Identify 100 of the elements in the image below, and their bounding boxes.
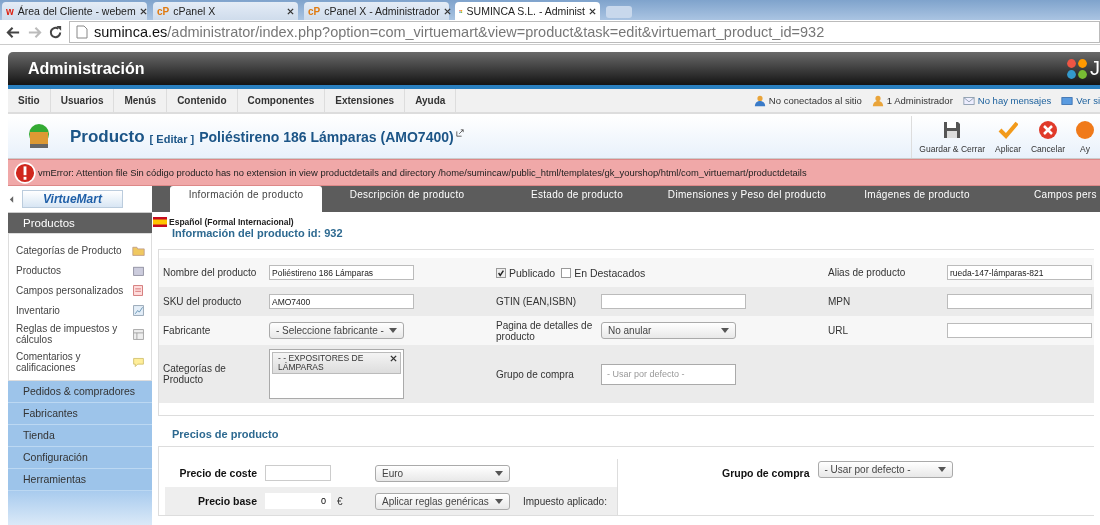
- field-label: Impuesto aplicado:: [522, 495, 608, 507]
- field-label: Pagina de detalles de producto: [496, 319, 594, 342]
- status-label[interactable]: Ver si: [1076, 95, 1100, 106]
- text-field[interactable]: AMO7400: [269, 294, 414, 309]
- page-action: [ Editar ]: [149, 133, 195, 145]
- close-icon[interactable]: [287, 7, 294, 15]
- warning-icon: [14, 161, 36, 184]
- sidebar-heading[interactable]: Productos: [8, 213, 152, 233]
- section-title: Precios de producto: [171, 428, 280, 442]
- dropdown[interactable]: No anular: [601, 322, 736, 339]
- text-field[interactable]: [947, 323, 1092, 338]
- text-field[interactable]: [947, 294, 1092, 309]
- sidebar-section[interactable]: Pedidos & compradores: [8, 381, 152, 403]
- toolbar-button[interactable]: Guardar & Cerrar: [912, 116, 990, 158]
- checkbox-label[interactable]: En Destacados: [574, 266, 646, 279]
- list-icon: [132, 283, 145, 297]
- envelope-icon: [962, 94, 975, 107]
- status-label[interactable]: 1 Administrador: [886, 95, 953, 106]
- field-label: Grupo de compra: [722, 466, 811, 479]
- multi-select-field[interactable]: - - EXPOSITORES DE LÁMPARAS: [269, 349, 404, 399]
- admin-title: Administración: [28, 59, 145, 78]
- caret-icon: [937, 467, 946, 472]
- toolbar-button[interactable]: Ay: [1070, 116, 1100, 158]
- tab[interactable]: Información de producto: [170, 186, 322, 212]
- text-field[interactable]: Poliéstireno 186 Lámparas: [269, 265, 414, 280]
- remove-icon[interactable]: [390, 355, 397, 362]
- tab[interactable]: Campos pers: [1002, 186, 1097, 212]
- field-label: GTIN (EAN,ISBN): [496, 296, 577, 307]
- text-field[interactable]: [601, 294, 746, 309]
- toolbar-button[interactable]: Aplicar: [990, 116, 1026, 158]
- status-label[interactable]: No hay mensajes: [977, 95, 1052, 106]
- collapse-icon[interactable]: [9, 194, 14, 204]
- checkbox-label[interactable]: Publicado: [509, 266, 556, 279]
- back-icon[interactable]: [6, 24, 21, 40]
- reload-icon[interactable]: [48, 24, 63, 40]
- dropdown[interactable]: - Usar por defecto -: [817, 461, 953, 478]
- text-field[interactable]: rueda-147-lámparas-821: [947, 265, 1092, 280]
- category-tag[interactable]: - - EXPOSITORES DE LÁMPARAS: [272, 352, 401, 374]
- sidebar-item[interactable]: Categorías de Producto: [16, 244, 124, 256]
- table-icon: [132, 327, 145, 341]
- external-link-icon[interactable]: [455, 129, 464, 137]
- logo-text: J: [1090, 57, 1100, 80]
- flower-logo-icon: [1066, 57, 1088, 80]
- menu-item[interactable]: Componentes: [237, 89, 326, 112]
- dropdown[interactable]: - Seleccione fabricante -: [269, 322, 404, 339]
- tab[interactable]: Imágenes de producto: [832, 186, 1002, 212]
- caret-icon: [389, 328, 397, 333]
- dropdown[interactable]: Euro: [375, 464, 510, 482]
- browser-tab[interactable]: cP cPanel X: [153, 2, 298, 20]
- menu-item[interactable]: Sitio: [8, 89, 51, 112]
- caret-icon: [495, 470, 503, 476]
- address-bar[interactable]: suminca.es/administrator/index.php?option=com_virtuemart&view=product&task=edit&virtuemart_product_id=932: [69, 21, 1100, 43]
- field-label: Grupo de compra: [496, 368, 575, 380]
- sidebar-item[interactable]: Comentarios y calificaciones: [16, 351, 124, 373]
- language-label: Español (Formal Internacional): [169, 217, 294, 227]
- field-label: Fabricante: [163, 325, 212, 336]
- menu-item[interactable]: Contenido: [167, 89, 238, 112]
- dropdown[interactable]: Aplicar reglas genéricas: [375, 492, 510, 510]
- section-title: Información del producto id: 932: [171, 227, 344, 241]
- menu-item[interactable]: Extensiones: [325, 89, 406, 112]
- checkmark-icon: [997, 120, 1018, 140]
- page-icon: [76, 25, 88, 39]
- combo-field[interactable]: - Usar por defecto -: [601, 363, 736, 385]
- field-label: SKU del producto: [163, 296, 243, 307]
- text-field[interactable]: [265, 465, 331, 481]
- menu-item[interactable]: Ayuda: [405, 89, 457, 112]
- logo-text: VirtueMart: [22, 190, 123, 208]
- field-label: Categorías de Producto: [163, 363, 227, 385]
- field-label: Alias de producto: [828, 267, 907, 278]
- menu-item[interactable]: Menús: [114, 89, 168, 112]
- browser-tab[interactable]: w Área del Cliente - webem: [2, 2, 147, 20]
- sidebar-item[interactable]: Campos personalizados: [16, 284, 124, 296]
- caret-icon: [495, 498, 503, 504]
- sidebar-section[interactable]: Fabricantes: [8, 403, 152, 425]
- close-icon[interactable]: [443, 7, 451, 15]
- user-icon: [753, 94, 766, 107]
- toolbar-button[interactable]: Cancelar: [1025, 116, 1070, 158]
- browser-tab[interactable]: cP cPanel X - Administrador: [304, 2, 449, 20]
- status-label[interactable]: No conectados al sitio: [768, 95, 862, 106]
- favicon-icon: w: [6, 5, 14, 17]
- favicon-icon: cP: [157, 5, 170, 17]
- sidebar-item[interactable]: Productos: [16, 264, 124, 276]
- sidebar-item[interactable]: Inventario: [16, 304, 124, 316]
- cancel-icon: [1038, 120, 1058, 140]
- tab[interactable]: Descripción de producto: [322, 186, 492, 212]
- sidebar-section[interactable]: Configuración: [8, 447, 152, 469]
- close-icon[interactable]: [589, 7, 596, 15]
- sidebar-section[interactable]: Tienda: [8, 425, 152, 447]
- browser-tab[interactable]: SUMINCA S.L. - Administ: [455, 2, 600, 20]
- field-label: Nombre del producto: [163, 267, 258, 278]
- field-label: Precio de coste: [178, 467, 258, 479]
- tab[interactable]: Dimensiones y Peso del producto: [662, 186, 832, 212]
- checkbox[interactable]: [496, 267, 506, 278]
- tab[interactable]: Estado de producto: [492, 186, 662, 212]
- checkbox[interactable]: [561, 267, 572, 278]
- sidebar-section[interactable]: Herramientas: [8, 469, 152, 491]
- number-field[interactable]: 0: [265, 493, 331, 509]
- sidebar-item[interactable]: Reglas de impuestos y cálculos: [16, 323, 124, 345]
- close-icon[interactable]: [139, 7, 147, 15]
- menu-item[interactable]: Usuarios: [50, 89, 115, 112]
